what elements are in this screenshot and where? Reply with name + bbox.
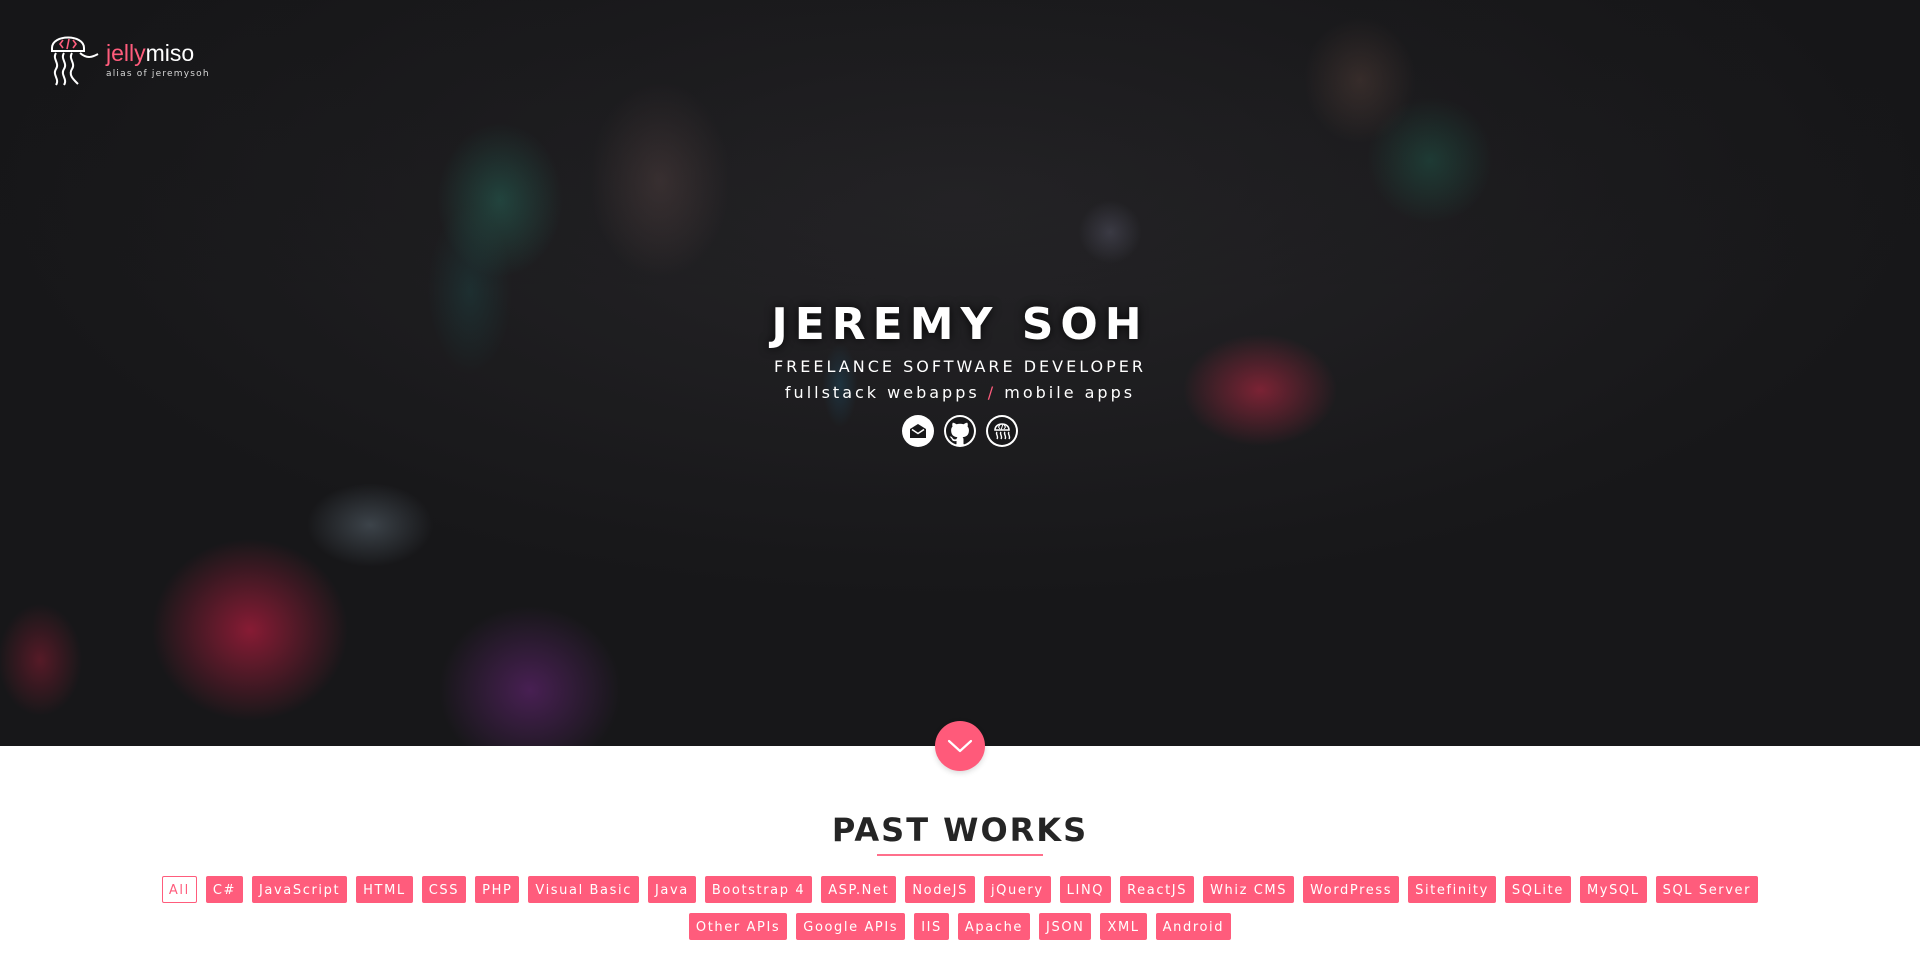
hero-name: JEREMY SOH: [771, 299, 1149, 350]
jellymiso-icon: [988, 417, 1016, 445]
hero-subtitle-separator: /: [987, 383, 997, 402]
filter-tag[interactable]: Apache: [957, 913, 1031, 940]
filter-tag[interactable]: Android: [1155, 913, 1232, 940]
email-icon: [910, 424, 926, 438]
filter-tag[interactable]: Google APIs: [796, 913, 906, 940]
scroll-down-button[interactable]: [935, 721, 985, 771]
social-links: [0, 415, 1920, 447]
filter-tag[interactable]: All: [161, 876, 197, 903]
portfolio-link[interactable]: [986, 415, 1018, 447]
logo-name-miso: miso: [145, 40, 195, 66]
email-link[interactable]: [902, 415, 934, 447]
logo-name: jellymiso: [106, 42, 210, 65]
filter-tag[interactable]: SQL Server: [1655, 876, 1759, 903]
hero-subtitle-left: fullstack webapps: [784, 383, 980, 402]
filter-tag[interactable]: ReactJS: [1120, 876, 1195, 903]
filter-tag[interactable]: JSON: [1039, 913, 1092, 940]
github-icon: [946, 417, 974, 445]
filter-tag[interactable]: PHP: [475, 876, 520, 903]
filter-tag[interactable]: SQLite: [1504, 876, 1571, 903]
hero-role: FREELANCE SOFTWARE DEVELOPER: [773, 357, 1147, 376]
filter-tag[interactable]: XML: [1100, 913, 1147, 940]
filter-tag[interactable]: MySQL: [1579, 876, 1647, 903]
logo[interactable]: jellymiso alias of jeremysoh: [48, 28, 210, 94]
filter-tag[interactable]: HTML: [356, 876, 413, 903]
filter-tag[interactable]: ASP.Net: [821, 876, 897, 903]
filter-tag[interactable]: jQuery: [983, 876, 1051, 903]
filter-tag[interactable]: IIS: [914, 913, 949, 940]
filter-tag[interactable]: Visual Basic: [528, 876, 639, 903]
filter-tag[interactable]: Whiz CMS: [1203, 876, 1295, 903]
title-underline: [877, 854, 1043, 856]
past-works-title: PAST WORKS: [831, 811, 1089, 849]
filter-tag[interactable]: JavaScript: [251, 876, 348, 903]
jellyfish-logo-icon: [51, 36, 99, 86]
hero-subtitle: fullstack webapps / mobile apps: [0, 383, 1920, 403]
logo-tagline: alias of jeremysoh: [106, 69, 210, 79]
filter-tag[interactable]: NodeJS: [905, 876, 975, 903]
filter-tag[interactable]: Sitefinity: [1408, 876, 1496, 903]
logo-name-jelly: jelly: [106, 40, 146, 66]
filter-tag[interactable]: CSS: [421, 876, 467, 903]
filter-tag[interactable]: WordPress: [1303, 876, 1400, 903]
filter-tag[interactable]: LINQ: [1059, 876, 1112, 903]
filter-tag[interactable]: Java: [647, 876, 696, 903]
hero-subtitle-right: mobile apps: [1004, 383, 1136, 402]
hero-text: JEREMY SOH FREELANCE SOFTWARE DEVELOPER …: [0, 296, 1920, 447]
filter-tag[interactable]: Bootstrap 4: [704, 876, 813, 903]
filter-tag[interactable]: C#: [205, 876, 243, 903]
filter-tag[interactable]: Other APIs: [688, 913, 788, 940]
filter-tags: All C# JavaScript HTML CSS PHP Visual Ba…: [160, 876, 1760, 940]
github-link[interactable]: [944, 415, 976, 447]
chevron-down-icon: [947, 739, 973, 753]
